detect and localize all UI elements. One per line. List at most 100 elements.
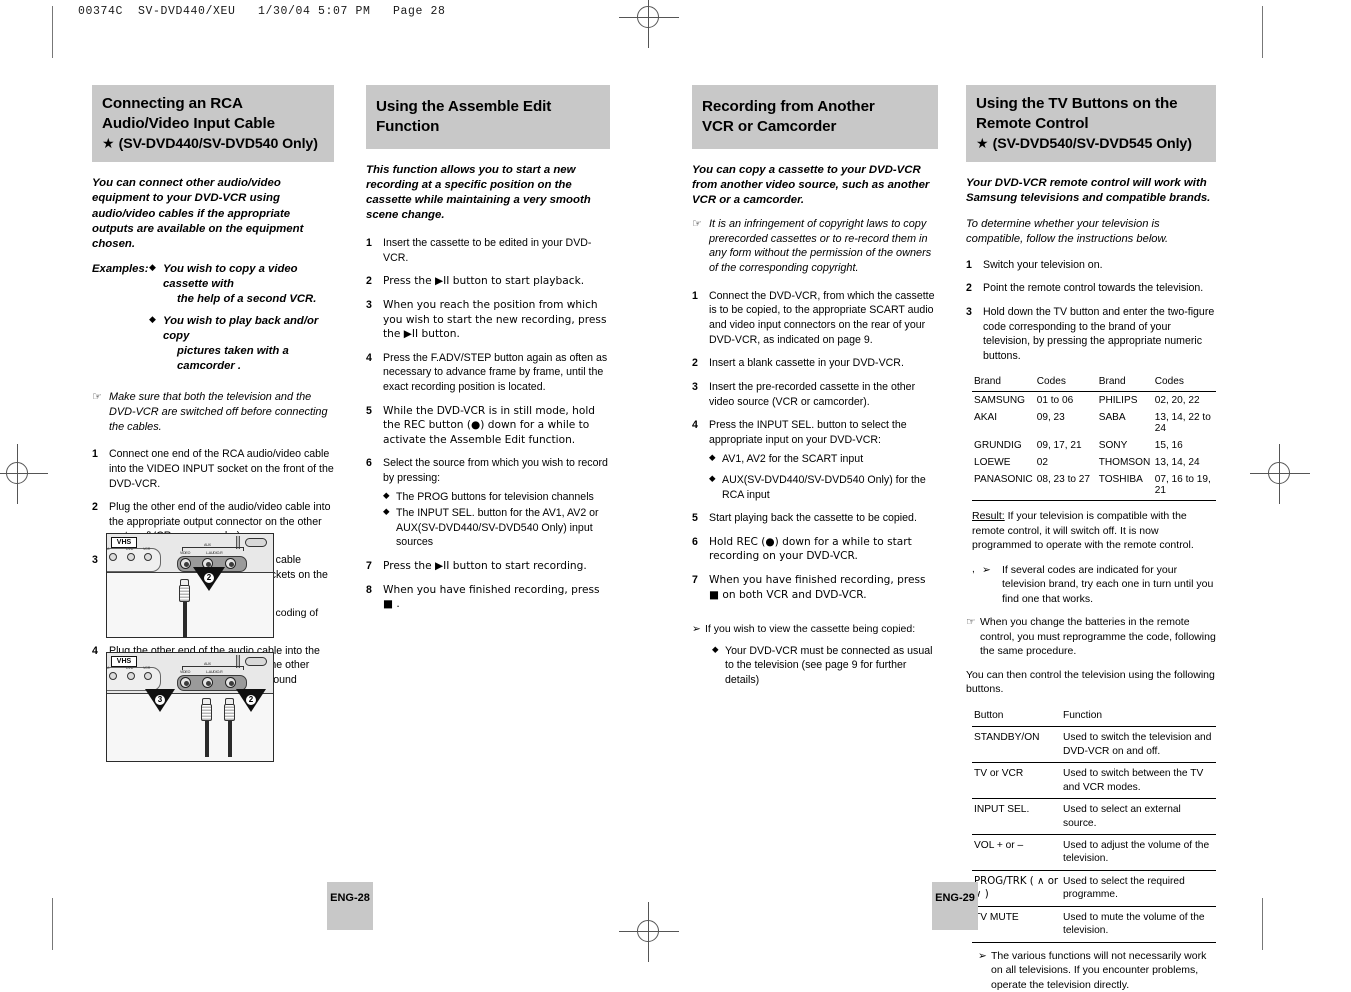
print-slug: 00374C SV-DVD440/XEU 1/30/04 5:07 PM Pag… (78, 5, 446, 18)
registration-mark-left (0, 444, 48, 504)
panel-button (127, 553, 135, 561)
jack-label-audio: L-AUDIO-R (206, 670, 223, 674)
stray-comma-mark: , (972, 563, 975, 575)
header-line-1: Using the Assemble Edit (376, 98, 552, 115)
header-line-1: Recording from Another (702, 98, 875, 115)
recording-lead-paragraph: You can copy a cassette to your DVD-VCR … (692, 163, 930, 206)
example-item: ◆ You wish to copy a video cassette with… (149, 262, 334, 307)
step-number: 4 (366, 351, 372, 364)
step-text: Start playing back the cassette to be co… (709, 512, 917, 525)
step-text: When you have finished recording, press … (709, 573, 926, 601)
diamond-bullet-icon: ◆ (712, 644, 719, 655)
bullet-item: ◆ AV1, AV2 for the SCART input (709, 452, 938, 467)
registration-mark-top (619, 0, 679, 48)
tvbuttons-final-note-text: The various functions will not necessari… (991, 949, 1207, 991)
step-item: 6 Select the source from which you wish … (366, 456, 610, 485)
step-item: 5 Start playing back the cassette to be … (692, 511, 938, 526)
header-line-3: ★ (SV-DVD540/SV-DVD545 Only) (976, 134, 1206, 154)
step-item: 4 Press the INPUT SEL. button to select … (692, 418, 938, 447)
callout-number: 3 (154, 694, 166, 706)
figure-video-input-connection: VHS A DVD VCR AUX VIDEO L-AUDIO-R 2 (106, 533, 274, 638)
recording-tail-note-text: If you wish to view the cassette being c… (705, 623, 916, 636)
table-row: PROG/TRK ( ∧ or ∨ ) Used to select the r… (972, 870, 1216, 907)
panel-label: VCR (143, 547, 151, 551)
panel-label: DVD (126, 666, 134, 670)
cell-brand: GRUNDIG (974, 440, 1022, 452)
cell-brand: PANASONIC (972, 471, 1035, 502)
cell-codes: 09, 23 (1036, 412, 1065, 424)
step-item: 4 Press the F.ADV/STEP button again as o… (366, 351, 610, 395)
panel-button (144, 672, 152, 680)
panel-button (127, 672, 135, 680)
header-line-1: Connecting an RCA (102, 95, 243, 112)
pointing-hand-icon: ☞ (692, 216, 702, 230)
aux-bracket-tick (243, 547, 244, 551)
cell-brand: AKAI (974, 412, 998, 424)
table-row: GRUNDIG 09, 17, 21 SONY 15, 16 (972, 437, 1216, 454)
cell-codes: 02, 20, 22 (1154, 395, 1200, 407)
cell-function: Used to select an external source. (1061, 798, 1216, 835)
column-header-brand-1: Brand (972, 373, 1035, 393)
cell-button: TV MUTE (972, 906, 1061, 943)
header-line-2: Remote Control (976, 114, 1089, 132)
cell-function: Used to adjust the volume of the televis… (1061, 834, 1216, 871)
rca-plug (179, 579, 190, 637)
tv-brand-codes-table: Brand Codes Brand Codes SAMSUNG 01 to 06… (972, 373, 1216, 502)
result-label: Result: (972, 510, 1005, 523)
cell-button: PROG/TRK ( ∧ or ∨ ) (972, 870, 1061, 907)
step-number: 5 (366, 404, 372, 417)
panel-label: DVD (126, 547, 134, 551)
recording-step4-bullets: ◆ AV1, AV2 for the SCART input ◆ AUX(SV-… (692, 452, 938, 502)
tv-button-function-table: Button Function STANDBY/ON Used to switc… (972, 707, 1216, 943)
video-input-jack (180, 677, 191, 688)
pointing-hand-icon: ☞ (92, 390, 102, 404)
cell-codes: 01 to 06 (1036, 395, 1074, 407)
jack-label-video: VIDEO (180, 670, 191, 674)
step-item: 5 While the DVD-VCR is in still mode, ho… (366, 404, 610, 448)
cell-codes: 13, 14, 24 (1154, 457, 1200, 469)
step-number: 6 (692, 535, 698, 548)
step-text: Connect one end of the RCA audio/video c… (109, 448, 334, 490)
cell-function: Used to switch between the TV and VCR mo… (1061, 762, 1216, 800)
audio-right-jack (225, 558, 236, 569)
cell-brand: TOSHIBA (1096, 471, 1153, 502)
recording-copyright-note: ☞ It is an infringement of copyright law… (692, 217, 938, 276)
bullet-text: The PROG buttons for television channels (396, 490, 594, 503)
figure-background (107, 573, 273, 637)
cell-brand: LOEWE (974, 457, 1011, 469)
table-row: SAMSUNG 01 to 06 PHILIPS 02, 20, 22 (972, 392, 1216, 410)
step-item: 1 Connect one end of the RCA audio/video… (92, 447, 334, 491)
rca-lead-paragraph: You can connect other audio/video equipm… (92, 177, 304, 250)
step-text: Point the remote control towards the tel… (983, 282, 1204, 295)
example-item-text: You wish to play back and/or copy pictur… (163, 315, 319, 373)
registration-mark-bottom (619, 902, 679, 962)
star-icon: ★ (102, 135, 115, 152)
step-item: 6 Hold REC (●) down for a while to start… (692, 535, 938, 564)
step-number: 2 (966, 282, 972, 295)
step-number: 6 (366, 457, 372, 470)
table-row: TV or VCR Used to switch between the TV … (972, 762, 1216, 800)
tray-button (245, 657, 267, 666)
bullet-item: ◆ The PROG buttons for television channe… (383, 490, 610, 505)
table-row: VOL + or – Used to adjust the volume of … (972, 834, 1216, 871)
recording-steps-list: 1 Connect the DVD-VCR, from which the ca… (692, 289, 938, 602)
example-item: ◆ You wish to play back and/or copy pict… (149, 314, 334, 374)
cell-function: Used to select the required programme. (1061, 870, 1216, 907)
header-line-1: Using the TV Buttons on the (976, 95, 1178, 112)
step-text: Select the source from which you wish to… (383, 457, 608, 485)
header-model-note: (SV-DVD440/SV-DVD540 Only) (118, 135, 318, 152)
tvbuttons-hand-note-text: When you change the batteries in the rem… (980, 616, 1216, 658)
step-text: Press the INPUT SEL. button to select th… (709, 419, 907, 446)
panel-button (109, 553, 117, 561)
recording-tail-bullets: ◆ Your DVD-VCR must be connected as usua… (692, 644, 938, 688)
cell-codes: 09, 17, 21 (1036, 440, 1082, 452)
crop-rule-right-top (1262, 6, 1263, 58)
recording-tail-note: ➢ If you wish to view the cassette being… (692, 622, 938, 636)
step-number: 3 (966, 306, 972, 318)
step-text: Connect the DVD-VCR, from which the cass… (709, 289, 935, 346)
section-header-assemble-edit: Using the Assemble Edit Function (366, 85, 610, 149)
rca-hand-note-text: Make sure that both the television and t… (109, 391, 328, 433)
aux-bracket (182, 666, 244, 667)
diamond-bullet-icon: ◆ (709, 453, 716, 464)
page-badge-left: ENG-28 (327, 882, 373, 930)
